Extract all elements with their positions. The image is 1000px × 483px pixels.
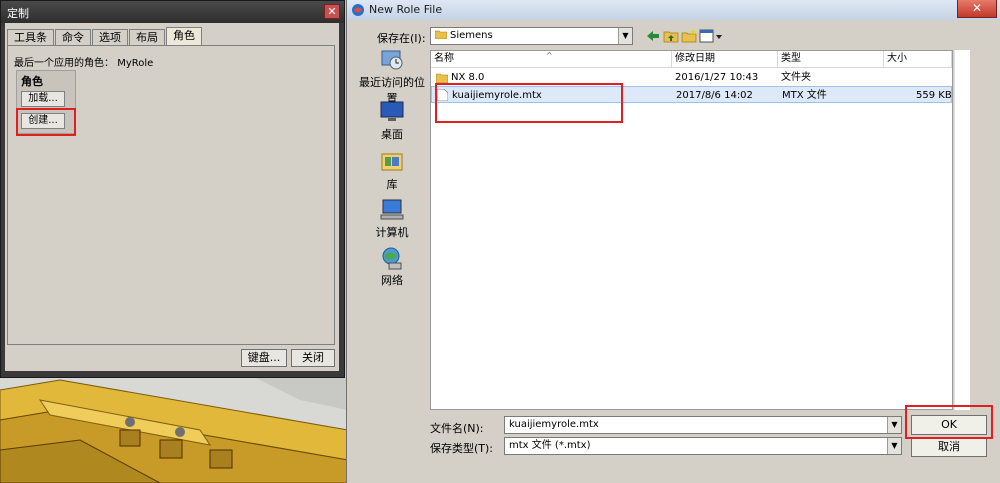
customize-titlebar[interactable]: 定制 ✕: [1, 1, 344, 23]
customize-tabs: 工具条 命令 选项 布局 角色: [7, 27, 203, 45]
file-dialog-titlebar[interactable]: New Role File ✕: [347, 0, 1000, 20]
folder-icon: [434, 30, 448, 40]
keyboard-button[interactable]: 键盘...: [241, 349, 287, 367]
libraries-icon: [381, 153, 403, 171]
roles-panel: 最后一个应用的角色： MyRole 角色 加载... 创建...: [7, 45, 335, 345]
place-recent[interactable]: 最近访问的位置: [355, 48, 429, 106]
tab-options[interactable]: 选项: [92, 29, 128, 45]
view-menu-icon[interactable]: [699, 28, 723, 44]
place-libraries-label: 库: [386, 178, 398, 191]
place-computer-label: 计算机: [375, 226, 409, 239]
filetype-value: mtx 文件 (*.mtx): [509, 440, 591, 451]
file-dialog-title: New Role File: [369, 3, 443, 16]
desktop-icon: [380, 101, 404, 121]
column-header-type[interactable]: 类型: [778, 51, 884, 68]
places-bar: 最近访问的位置 桌面 库 计算机 网络: [355, 48, 429, 408]
tab-toolbars[interactable]: 工具条: [7, 29, 54, 45]
file-list[interactable]: 名称 ^ 修改日期 类型 大小 NX 8.0 2016/1/27 10:43 文…: [430, 50, 953, 410]
ok-highlight-box: [905, 405, 993, 439]
customize-title: 定制: [7, 7, 29, 20]
up-folder-icon[interactable]: [663, 28, 679, 44]
close-button[interactable]: 关闭: [291, 349, 335, 367]
column-header-name[interactable]: 名称 ^: [431, 51, 672, 68]
roles-group-title: 角色: [21, 75, 43, 88]
file-list-scrollbar[interactable]: [954, 50, 970, 410]
tab-layout[interactable]: 布局: [129, 29, 165, 45]
model-drawing: [0, 370, 348, 483]
cancel-button[interactable]: 取消: [911, 437, 987, 457]
last-role-label: 最后一个应用的角色：: [14, 58, 114, 69]
customize-dialog: 定制 ✕ 工具条 命令 选项 布局 角色 最后一个应用的角色： MyRole 角…: [0, 0, 345, 378]
chevron-down-icon: ▼: [618, 28, 632, 44]
place-network[interactable]: 网络: [355, 246, 429, 288]
filetype-label: 保存类型(T):: [430, 442, 494, 455]
column-name-label: 名称: [434, 53, 454, 64]
new-role-file-dialog: New Role File ✕ 保存在(I): Siemens ▼ 最近访问的位…: [346, 0, 1000, 483]
tab-commands[interactable]: 命令: [55, 29, 91, 45]
folder-icon: [436, 73, 448, 83]
place-desktop-label: 桌面: [381, 128, 403, 141]
place-computer[interactable]: 计算机: [355, 198, 429, 240]
recent-places-icon: [381, 50, 403, 70]
filename-value: kuaijiemyrole.mtx: [509, 419, 599, 430]
column-header-size[interactable]: 大小: [884, 51, 952, 68]
file-date: 2017/8/6 14:02: [676, 90, 753, 101]
chevron-down-icon: ▼: [887, 417, 901, 433]
close-icon[interactable]: ✕: [324, 4, 340, 19]
sort-up-icon: ^: [546, 51, 553, 60]
filetype-select[interactable]: mtx 文件 (*.mtx) ▼: [504, 437, 902, 455]
file-highlight-box: [435, 83, 623, 123]
save-in-label: 保存在(I):: [377, 32, 426, 45]
last-role-value: MyRole: [117, 58, 154, 69]
file-type: 文件夹: [781, 72, 811, 83]
save-in-value: Siemens: [450, 30, 493, 41]
chevron-down-icon: ▼: [887, 438, 901, 454]
tab-roles[interactable]: 角色: [166, 27, 202, 45]
file-type: MTX 文件: [782, 90, 827, 101]
nx-app-icon: [352, 4, 364, 16]
computer-icon: [380, 199, 404, 220]
save-in-select[interactable]: Siemens ▼: [430, 27, 633, 45]
load-role-button[interactable]: 加载...: [21, 91, 65, 107]
new-folder-icon[interactable]: [681, 28, 697, 44]
place-desktop[interactable]: 桌面: [355, 100, 429, 142]
place-network-label: 网络: [381, 274, 403, 287]
column-header-date[interactable]: 修改日期: [672, 51, 778, 68]
network-icon: [382, 247, 402, 270]
model-viewport: [0, 370, 348, 483]
filename-label: 文件名(N):: [430, 422, 484, 435]
filename-input[interactable]: kuaijiemyrole.mtx ▼: [504, 416, 902, 434]
place-libraries[interactable]: 库: [355, 150, 429, 192]
last-role-line: 最后一个应用的角色： MyRole: [14, 54, 153, 69]
customize-body: 工具条 命令 选项 布局 角色 最后一个应用的角色： MyRole 角色 加载.…: [5, 23, 339, 371]
file-size: 559 KB: [916, 90, 952, 101]
back-arrow-icon[interactable]: [645, 28, 661, 44]
file-date: 2016/1/27 10:43: [675, 72, 759, 83]
close-icon[interactable]: ✕: [957, 0, 997, 18]
create-highlight-box: [16, 108, 76, 136]
